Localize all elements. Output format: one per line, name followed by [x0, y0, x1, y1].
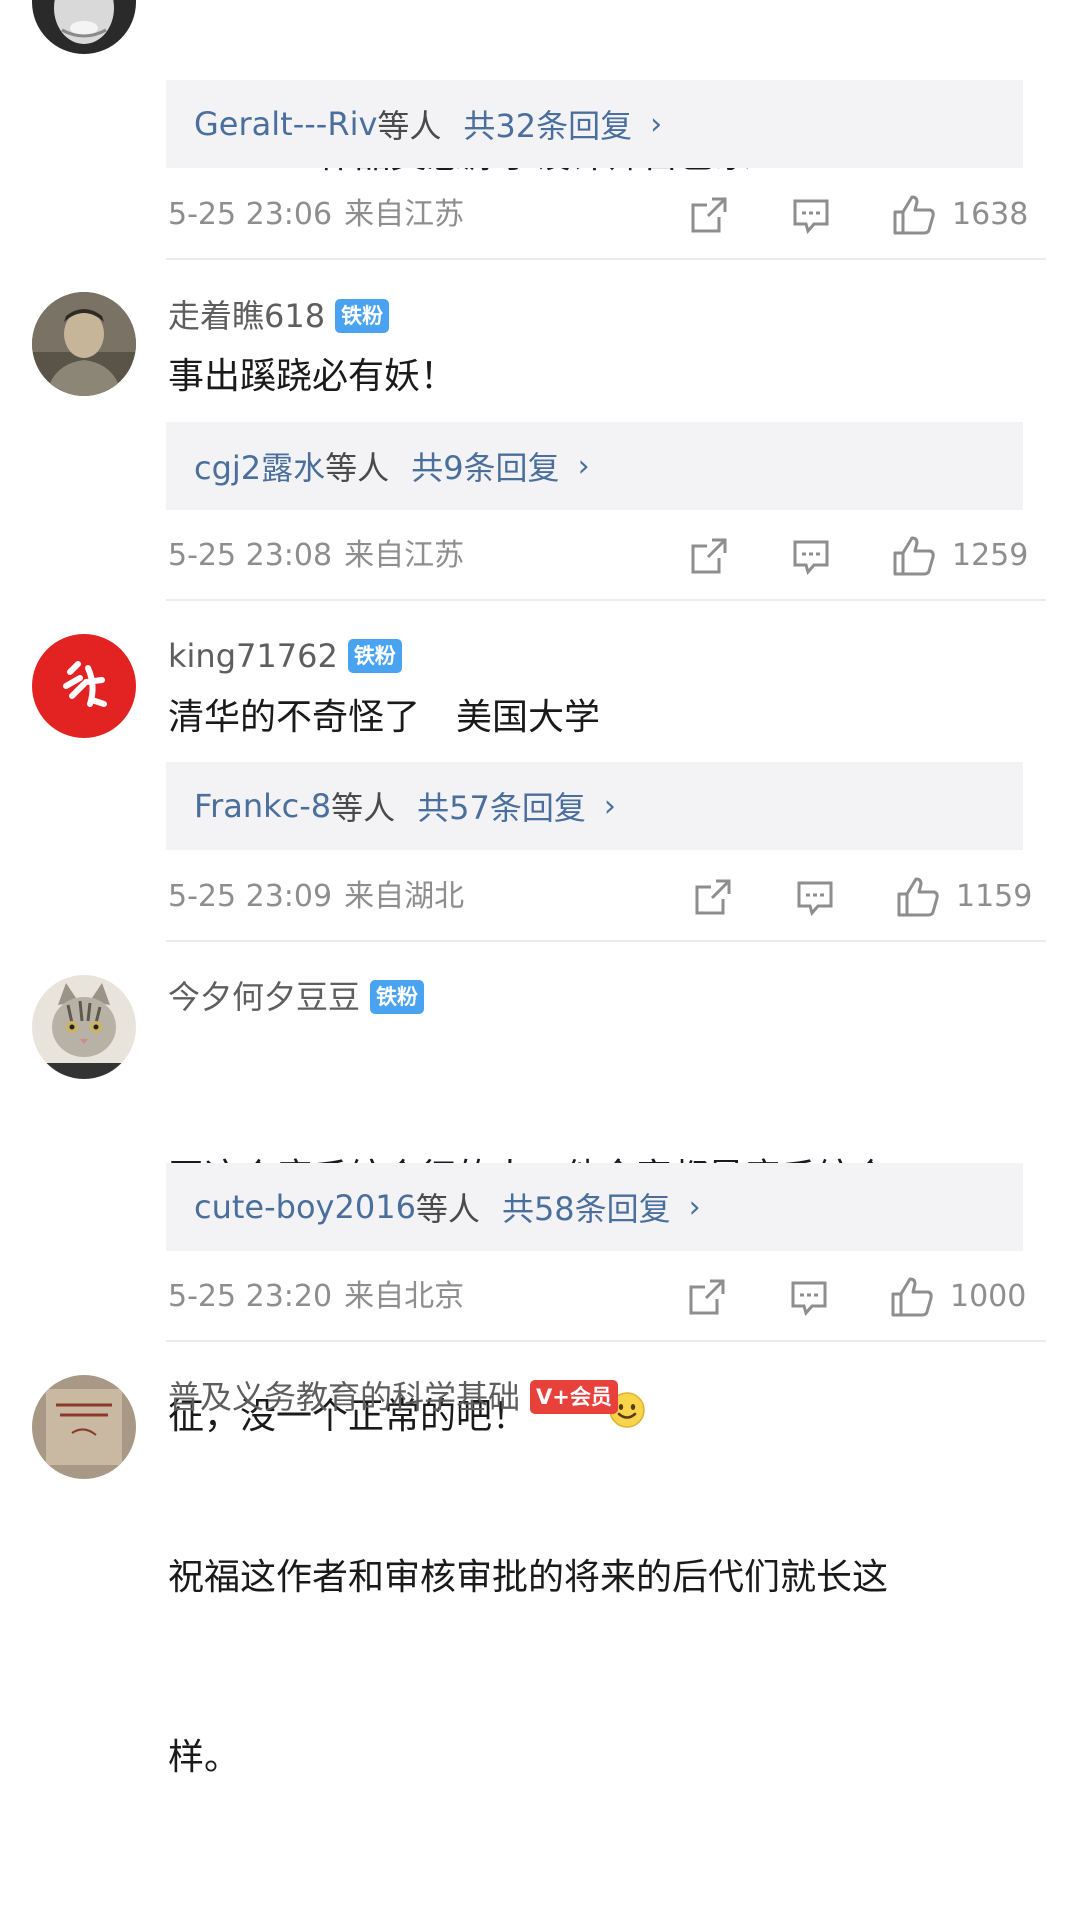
reply-users[interactable]: Frankc-8 — [194, 787, 331, 825]
comment-text-line: 样。 — [168, 1737, 241, 1778]
fan-badge: 铁粉 — [370, 980, 425, 1014]
reply-summary[interactable]: Frankc-8 等人 共57条回复 › — [166, 762, 1023, 850]
username-text[interactable]: king71762 — [168, 636, 338, 676]
thumbs-up-icon[interactable] — [892, 535, 936, 581]
like-count: 1000 — [950, 1279, 1027, 1314]
comment-meta: 5-25 23:08 来自江苏 — [168, 536, 464, 576]
comment-icon[interactable] — [796, 880, 834, 920]
fan-badge: 铁粉 — [347, 639, 402, 673]
avatar[interactable] — [32, 292, 136, 396]
share-icon[interactable] — [690, 196, 728, 238]
timestamp: 5-25 23:20 — [168, 1279, 333, 1314]
region: 来自北京 — [344, 1279, 465, 1314]
region: 来自江苏 — [344, 197, 465, 232]
thumbs-up-icon[interactable] — [892, 194, 936, 240]
comment-text: 事出蹊跷必有妖！ — [168, 356, 457, 397]
chevron-right-icon: › — [650, 106, 663, 142]
username[interactable]: 普及义务教育的科学基础 V+会员 — [168, 1377, 618, 1417]
divider — [166, 940, 1046, 942]
chevron-right-icon: › — [577, 448, 590, 484]
comment-meta: 5-25 23:09 来自湖北 — [168, 877, 464, 917]
username[interactable]: 走着瞧618 铁粉 — [168, 296, 390, 336]
comment-meta: 5-25 23:06 来自江苏 — [168, 195, 464, 235]
chevron-right-icon: › — [688, 1189, 701, 1225]
share-icon[interactable] — [690, 537, 728, 579]
comment-icon[interactable] — [792, 539, 830, 579]
divider — [166, 258, 1046, 260]
vip-badge: V+会员 — [530, 1380, 618, 1414]
like-count: 1159 — [956, 879, 1033, 914]
like-count: 1259 — [952, 538, 1029, 573]
username-text[interactable]: 普及义务教育的科学基础 — [168, 1377, 520, 1417]
reply-count[interactable]: 共9条回复 — [411, 443, 559, 489]
timestamp: 5-25 23:06 — [168, 197, 333, 232]
divider — [166, 599, 1046, 601]
fan-badge: 铁粉 — [335, 299, 390, 333]
comment-icon[interactable] — [792, 198, 830, 238]
avatar[interactable] — [32, 0, 136, 54]
reply-suffix: 等人 — [331, 789, 396, 827]
comment-text: 祝福这作者和审核审批的将来的后代们就长这 样。 — [168, 1428, 998, 1908]
reply-users[interactable]: Geralt---Riv — [194, 105, 377, 143]
reply-users[interactable]: cute-boy2016 — [194, 1188, 416, 1226]
timestamp: 5-25 23:09 — [168, 879, 333, 914]
reply-suffix: 等人 — [377, 107, 442, 145]
reply-count[interactable]: 共32条回复 — [463, 101, 632, 147]
username-text[interactable]: 走着瞧618 — [168, 296, 325, 336]
reply-count[interactable]: 共58条回复 — [502, 1184, 671, 1230]
username-text[interactable]: 今夕何夕豆豆 — [168, 977, 360, 1017]
region: 来自湖北 — [344, 879, 465, 914]
avatar[interactable] — [32, 1375, 136, 1479]
username[interactable]: 今夕何夕豆豆 铁粉 — [168, 977, 425, 1017]
share-icon[interactable] — [688, 1278, 726, 1320]
reply-count[interactable]: 共57条回复 — [417, 783, 586, 829]
divider — [166, 1340, 1046, 1342]
comment-text-line: 祝福这作者和审核审批的将来的后代们就长这 — [168, 1557, 889, 1598]
comment-text: 清华的不奇怪了 美国大学 — [168, 697, 601, 738]
reply-users[interactable]: cgj2露水 — [194, 443, 325, 489]
region: 来自江苏 — [344, 538, 465, 573]
thumbs-up-icon[interactable] — [890, 1276, 934, 1322]
share-icon[interactable] — [694, 878, 732, 920]
reply-summary[interactable]: Geralt---Riv 等人 共32条回复 › — [166, 80, 1023, 168]
comment-icon[interactable] — [790, 1280, 828, 1320]
reply-suffix: 等人 — [325, 449, 390, 487]
comment-meta: 5-25 23:20 来自北京 — [168, 1277, 464, 1317]
reply-summary[interactable]: cgj2露水 等人 共9条回复 › — [166, 422, 1023, 510]
username[interactable]: king71762 铁粉 — [168, 636, 402, 676]
like-count: 1638 — [952, 197, 1029, 232]
avatar[interactable] — [32, 975, 136, 1079]
timestamp: 5-25 23:08 — [168, 538, 333, 573]
reply-summary[interactable]: cute-boy2016 等人 共58条回复 › — [166, 1163, 1023, 1251]
chevron-right-icon: › — [603, 788, 616, 824]
thumbs-up-icon[interactable] — [896, 876, 940, 922]
avatar[interactable] — [32, 634, 136, 738]
reply-suffix: 等人 — [415, 1190, 480, 1228]
